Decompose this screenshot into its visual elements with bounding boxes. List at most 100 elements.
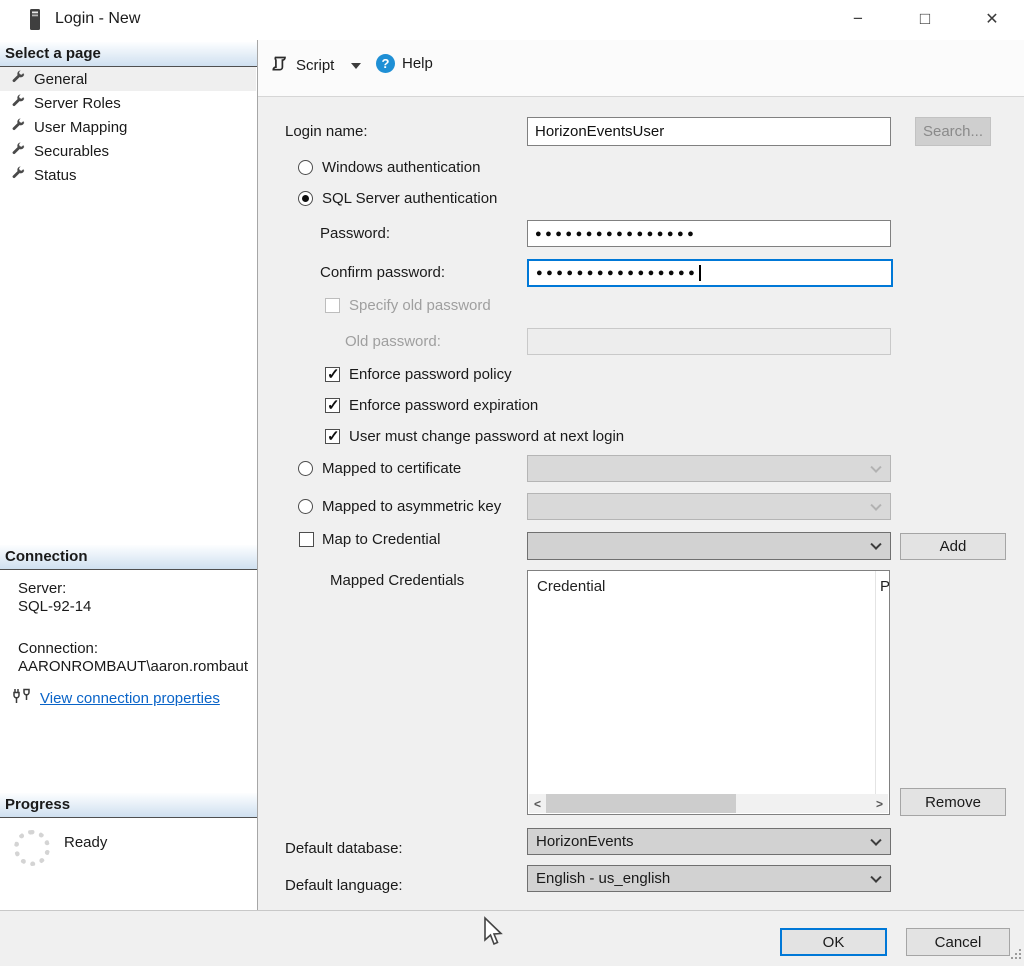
remove-button[interactable]: Remove: [900, 788, 1006, 816]
specify-old-password-checkbox[interactable]: [325, 298, 340, 313]
wrench-icon: [11, 166, 25, 184]
sidebar-item-label: Securables: [34, 142, 110, 160]
mapped-certificate-label[interactable]: Mapped to certificate: [322, 460, 461, 477]
mapped-asymmetric-key-radio[interactable]: [298, 499, 313, 514]
default-language-label: Default language:: [285, 877, 403, 894]
maximize-button[interactable]: □: [903, 0, 947, 38]
resize-grip[interactable]: [1009, 947, 1022, 964]
password-mask: ●●●●●●●●●●●●●●●●: [535, 227, 698, 240]
search-button[interactable]: Search...: [915, 117, 991, 146]
chevron-down-icon: [870, 461, 882, 473]
server-value: SQL-92-14: [18, 598, 92, 615]
sidebar: Select a page General Server Roles User …: [0, 40, 257, 910]
connection-value: AARONROMBAUT\aaron.rombaut: [18, 658, 249, 675]
toolbar: Script ? Help: [258, 40, 1024, 97]
sidebar-item-label: Server Roles: [34, 94, 121, 112]
mapped-credentials-grid[interactable]: Credential P < >: [527, 570, 890, 815]
credential-combobox[interactable]: [527, 532, 891, 560]
close-button[interactable]: ✕: [970, 0, 1014, 38]
chevron-down-icon: [870, 499, 882, 511]
select-a-page-header: Select a page: [0, 42, 257, 67]
enforce-policy-label[interactable]: Enforce password policy: [349, 366, 512, 383]
confirm-password-label: Confirm password:: [320, 264, 446, 281]
wrench-icon: [11, 142, 25, 160]
help-button[interactable]: ? Help: [376, 54, 433, 73]
plug-icon: [12, 688, 32, 708]
certificate-combobox[interactable]: [527, 455, 891, 482]
view-connection-properties-label[interactable]: View connection properties: [40, 690, 220, 707]
default-language-value: English - us_english: [536, 870, 671, 887]
default-language-combobox[interactable]: English - us_english: [527, 865, 891, 892]
enforce-policy-checkbox[interactable]: [325, 365, 340, 383]
enforce-expiration-checkbox[interactable]: [325, 396, 340, 414]
mapped-asymmetric-key-label[interactable]: Mapped to asymmetric key: [322, 498, 501, 515]
script-button[interactable]: Script: [270, 54, 362, 77]
script-icon: [270, 54, 289, 77]
confirm-password-input[interactable]: ●●●●●●●●●●●●●●●●: [527, 259, 893, 287]
map-to-credential-label[interactable]: Map to Credential: [322, 531, 440, 548]
progress-header: Progress: [0, 793, 257, 818]
mapped-credentials-label: Mapped Credentials: [330, 572, 465, 589]
page-list: General Server Roles User Mapping Secura…: [0, 67, 256, 187]
wrench-icon: [11, 70, 25, 88]
login-name-label: Login name:: [285, 123, 368, 140]
sidebar-item-label: General: [34, 70, 88, 88]
password-label: Password:: [320, 225, 391, 242]
window-title: Login - New: [55, 10, 141, 27]
must-change-password-checkbox[interactable]: [325, 427, 340, 445]
server-label: Server:: [18, 580, 67, 597]
sidebar-item-securables[interactable]: Securables: [0, 139, 256, 163]
wrench-icon: [11, 118, 25, 136]
sidebar-item-status[interactable]: Status: [0, 163, 256, 187]
confirm-password-mask: ●●●●●●●●●●●●●●●●: [536, 267, 699, 279]
mapped-certificate-radio[interactable]: [298, 461, 313, 476]
sidebar-item-label: Status: [34, 166, 77, 184]
specify-old-password-label[interactable]: Specify old password: [349, 297, 491, 314]
grid-column-separator: [875, 571, 876, 795]
ok-button[interactable]: OK: [780, 928, 887, 956]
minimize-button[interactable]: −: [836, 0, 880, 38]
script-dropdown-icon[interactable]: [351, 62, 362, 69]
login-dialog-icon: [28, 8, 42, 35]
old-password-label: Old password:: [345, 333, 441, 350]
sidebar-item-user-mapping[interactable]: User Mapping: [0, 115, 256, 139]
horizontal-scrollbar[interactable]: < >: [529, 794, 888, 813]
grid-column-provider-partial: P: [880, 578, 890, 595]
map-to-credential-checkbox[interactable]: [299, 532, 314, 547]
script-label: Script: [296, 57, 335, 74]
login-new-dialog: Login - New − □ ✕ Select a page General …: [0, 0, 1024, 966]
scrollbar-thumb[interactable]: [546, 794, 736, 813]
connection-label: Connection:: [18, 640, 99, 657]
sql-auth-radio[interactable]: [298, 191, 313, 206]
asymmetric-key-combobox[interactable]: [527, 493, 891, 520]
text-caret: [699, 265, 702, 281]
progress-spinner-icon: [14, 830, 50, 866]
must-change-password-label[interactable]: User must change password at next login: [349, 428, 624, 445]
chevron-down-icon: [870, 834, 882, 846]
enforce-expiration-label[interactable]: Enforce password expiration: [349, 397, 538, 414]
scroll-left-icon[interactable]: <: [529, 794, 546, 813]
scroll-right-icon[interactable]: >: [871, 794, 888, 813]
password-input[interactable]: ●●●●●●●●●●●●●●●●: [527, 220, 891, 247]
chevron-down-icon: [870, 538, 882, 550]
sidebar-item-label: User Mapping: [34, 118, 128, 136]
old-password-input[interactable]: [527, 328, 891, 355]
title-bar: Login - New − □ ✕: [0, 0, 1024, 40]
sidebar-item-general[interactable]: General: [0, 67, 256, 91]
grid-column-credential: Credential: [537, 578, 606, 595]
windows-auth-radio[interactable]: [298, 160, 313, 175]
login-name-input[interactable]: [527, 117, 891, 146]
default-database-value: HorizonEvents: [536, 833, 634, 850]
sidebar-item-server-roles[interactable]: Server Roles: [0, 91, 256, 115]
connection-header: Connection: [0, 545, 257, 570]
help-icon: ?: [376, 54, 395, 73]
sql-auth-label[interactable]: SQL Server authentication: [322, 190, 497, 207]
default-database-combobox[interactable]: HorizonEvents: [527, 828, 891, 855]
windows-auth-label[interactable]: Windows authentication: [322, 159, 480, 176]
cancel-button[interactable]: Cancel: [906, 928, 1010, 956]
chevron-down-icon: [870, 871, 882, 883]
help-label: Help: [402, 55, 433, 72]
view-connection-properties-link[interactable]: View connection properties: [12, 688, 220, 708]
add-button[interactable]: Add: [900, 533, 1006, 560]
wrench-icon: [11, 94, 25, 112]
